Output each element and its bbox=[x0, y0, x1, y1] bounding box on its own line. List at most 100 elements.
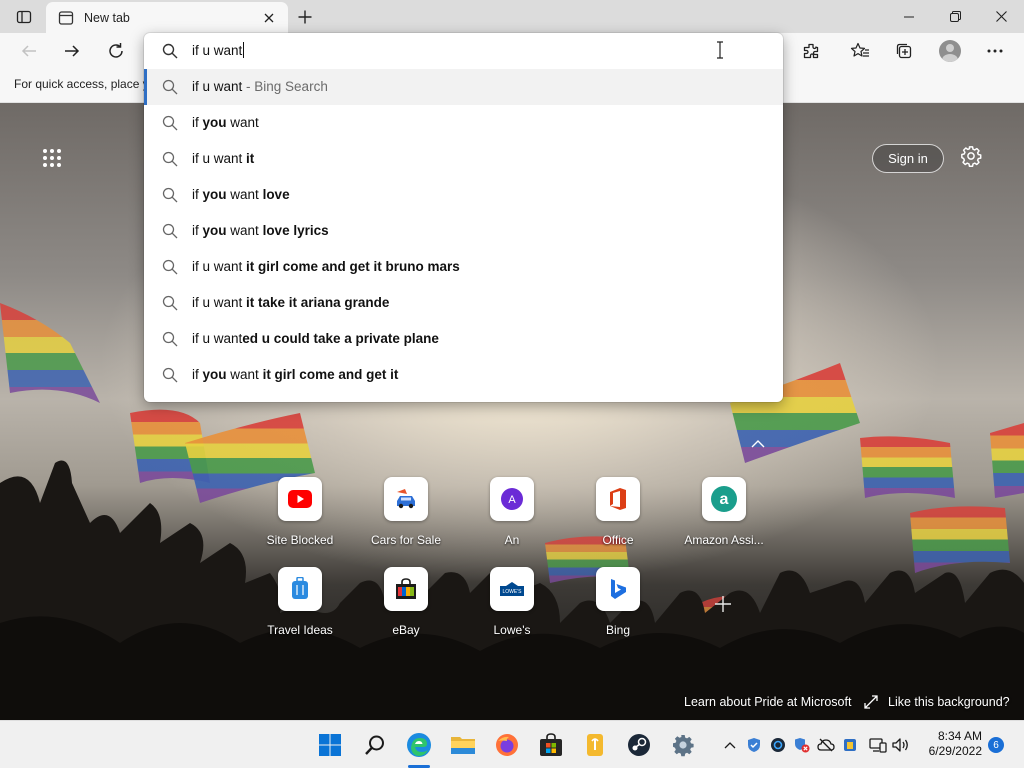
suggestion-search-icon bbox=[162, 115, 178, 131]
sign-in-button[interactable]: Sign in bbox=[872, 144, 944, 173]
svg-text:A: A bbox=[508, 494, 516, 506]
search-suggestion[interactable]: if u want it take it ariana grande bbox=[144, 285, 783, 321]
bing-icon bbox=[596, 567, 640, 611]
quick-link-lowes[interactable]: LOWE'S Lowe's bbox=[462, 567, 562, 637]
suggestion-query: want bbox=[226, 367, 263, 382]
suggestion-query: if bbox=[192, 115, 203, 130]
close-window-button[interactable] bbox=[978, 0, 1024, 33]
like-background-link[interactable]: Like this background? bbox=[888, 695, 1010, 709]
search-suggestion[interactable]: if you want bbox=[144, 105, 783, 141]
quick-link-travel-ideas[interactable]: Travel Ideas bbox=[250, 567, 350, 637]
extensions-button[interactable] bbox=[796, 36, 826, 66]
defender-shield-icon[interactable] bbox=[745, 736, 763, 754]
sticky-app-icon[interactable] bbox=[581, 731, 609, 759]
refresh-button[interactable] bbox=[101, 36, 131, 66]
text-cursor-icon bbox=[715, 41, 725, 59]
quick-link-bing[interactable]: Bing bbox=[568, 567, 668, 637]
title-bar: New tab bbox=[0, 0, 1024, 33]
new-tab-button[interactable] bbox=[292, 5, 318, 29]
suggestion-search-icon bbox=[162, 367, 178, 383]
settings-more-button[interactable] bbox=[980, 36, 1010, 66]
taskbar-search-icon[interactable] bbox=[361, 731, 389, 759]
onedrive-cloud-icon[interactable] bbox=[817, 736, 835, 754]
search-suggestion[interactable]: if you want it girl come and get it bbox=[144, 357, 783, 393]
address-bar[interactable]: if u want bbox=[144, 33, 783, 69]
quick-link-office[interactable]: Office bbox=[568, 477, 668, 547]
quick-link-label: Lowe's bbox=[493, 623, 531, 637]
learn-about-pride-link[interactable]: Learn about Pride at Microsoft bbox=[684, 695, 851, 709]
quick-link-label: Amazon Assi... bbox=[684, 533, 764, 547]
address-input[interactable]: if u want bbox=[192, 42, 245, 58]
tab-new-tab[interactable]: New tab bbox=[46, 2, 288, 33]
forward-button[interactable] bbox=[57, 36, 87, 66]
quick-link-site-blocked[interactable]: Site Blocked bbox=[250, 477, 350, 547]
quick-link-an[interactable]: A An bbox=[462, 477, 562, 547]
suggestion-text: if you want love bbox=[192, 187, 290, 202]
close-tab-icon[interactable] bbox=[260, 9, 278, 27]
suggestion-completion: it girl come and get it bruno mars bbox=[246, 259, 460, 274]
suggestion-search-icon bbox=[162, 331, 178, 347]
search-suggestion[interactable]: if u want it bbox=[144, 141, 783, 177]
suggestion-text: if you want bbox=[192, 115, 259, 130]
search-suggestion[interactable]: if you want love lyrics bbox=[144, 213, 783, 249]
minimize-button[interactable] bbox=[886, 0, 932, 33]
suggestion-text: if u wanted u could take a private plane bbox=[192, 331, 439, 346]
quick-link-label: Bing bbox=[605, 623, 631, 637]
suggestion-query: want bbox=[226, 187, 263, 202]
profile-button[interactable] bbox=[935, 36, 965, 66]
svg-text:a: a bbox=[720, 491, 729, 508]
page-settings-gear-icon[interactable] bbox=[960, 145, 984, 169]
suggestion-query: if u want bbox=[192, 295, 247, 310]
suggestion-completion: it bbox=[246, 151, 255, 166]
car-icon bbox=[384, 477, 428, 521]
expand-icon[interactable] bbox=[864, 695, 878, 709]
security-alert-icon[interactable] bbox=[793, 736, 811, 754]
lowes-icon: LOWE'S bbox=[490, 567, 534, 611]
apps-launcher-icon[interactable] bbox=[43, 149, 61, 167]
collections-button[interactable] bbox=[889, 36, 919, 66]
suggestion-query: if u want bbox=[192, 79, 243, 94]
quick-link-label: An bbox=[504, 533, 520, 547]
address-bar-dropdown: if u want if u want - Bing Search if you … bbox=[144, 33, 783, 402]
tab-title: New tab bbox=[84, 10, 130, 25]
volume-icon[interactable] bbox=[892, 736, 910, 754]
search-suggestion[interactable]: if u want - Bing Search bbox=[144, 69, 783, 105]
suggestion-text: if you want it girl come and get it bbox=[192, 367, 398, 382]
notification-badge[interactable]: 6 bbox=[988, 737, 1004, 753]
windows-start-icon[interactable] bbox=[316, 731, 344, 759]
quick-link-label: Travel Ideas bbox=[267, 623, 333, 637]
firefox-icon[interactable] bbox=[493, 731, 521, 759]
favorites-button[interactable] bbox=[845, 36, 875, 66]
suggestion-text: if you want love lyrics bbox=[192, 223, 329, 238]
add-quick-link-icon[interactable] bbox=[713, 594, 733, 614]
suggestion-query: want bbox=[226, 223, 263, 238]
suggestion-query: if bbox=[192, 367, 203, 382]
quick-link-ebay[interactable]: eBay bbox=[356, 567, 456, 637]
tab-actions-icon[interactable] bbox=[8, 5, 40, 29]
collapse-chevron-up-icon[interactable] bbox=[750, 437, 766, 448]
steam-icon[interactable] bbox=[625, 731, 653, 759]
cortana-app-icon[interactable] bbox=[769, 736, 787, 754]
letter-a-icon: A bbox=[490, 477, 534, 521]
back-button[interactable] bbox=[14, 36, 44, 66]
show-hidden-icons-chevron-icon[interactable] bbox=[721, 736, 739, 754]
youtube-icon bbox=[278, 477, 322, 521]
restore-button[interactable] bbox=[932, 0, 978, 33]
network-icon[interactable] bbox=[869, 736, 887, 754]
quick-link-cars-for-sale[interactable]: Cars for Sale bbox=[356, 477, 456, 547]
usb-device-icon[interactable] bbox=[841, 736, 859, 754]
microsoft-store-icon[interactable] bbox=[537, 731, 565, 759]
suggestion-completion: ed u could take a private plane bbox=[242, 331, 439, 346]
suggestion-text: if u want it girl come and get it bruno … bbox=[192, 259, 460, 274]
system-clock[interactable]: 8:34 AM 6/29/2022 bbox=[918, 729, 982, 759]
suggestion-query: if bbox=[192, 223, 203, 238]
search-suggestion[interactable]: if u wanted u could take a private plane bbox=[144, 321, 783, 357]
file-explorer-icon[interactable] bbox=[449, 731, 477, 759]
edge-browser-icon[interactable] bbox=[405, 731, 433, 759]
search-suggestion[interactable]: if you want love bbox=[144, 177, 783, 213]
search-suggestion[interactable]: if u want it girl come and get it bruno … bbox=[144, 249, 783, 285]
settings-app-icon[interactable] bbox=[669, 731, 697, 759]
quick-link-amazon-assistant[interactable]: a Amazon Assi... bbox=[674, 477, 774, 547]
suggestion-search-icon bbox=[162, 79, 178, 95]
clock-date: 6/29/2022 bbox=[928, 744, 982, 758]
